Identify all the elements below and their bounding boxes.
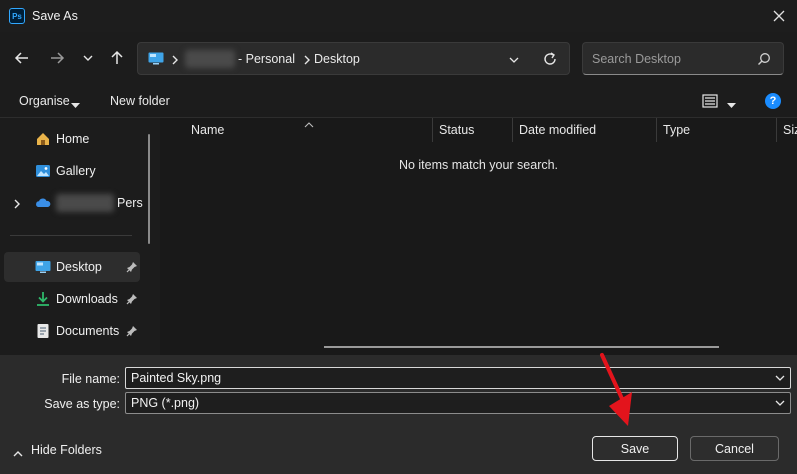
column-separator[interactable] [776,118,777,142]
nav-scrollbar[interactable] [148,134,150,244]
window-title: Save As [32,9,78,23]
forward-arrow-icon[interactable] [46,47,68,69]
search-input[interactable]: Search Desktop [592,52,681,66]
address-row: - Personal Desktop Search Desktop [0,32,797,84]
search-box[interactable]: Search Desktop [582,42,784,75]
breadcrumb-desktop[interactable]: Desktop [314,52,360,66]
refresh-icon[interactable] [542,51,558,70]
save-as-type-select[interactable]: PNG (*.png) [125,392,791,414]
file-name-field[interactable]: Painted Sky.png [125,367,791,389]
save-button[interactable]: Save [592,436,678,461]
pin-icon[interactable] [126,261,138,273]
file-name-dropdown-chevron-icon[interactable] [774,372,786,384]
sidebar-item-downloads[interactable]: Downloads [4,284,140,314]
documents-icon [35,323,51,339]
column-header-name[interactable]: Name [191,123,224,137]
download-icon [35,291,51,307]
breadcrumb-personal[interactable]: - Personal [238,52,295,66]
sort-ascending-icon [304,117,314,131]
sidebar-item-label: Documents [56,324,120,338]
column-separator[interactable] [432,118,433,142]
sidebar-item-label: Downloads [56,292,118,306]
hide-folders-button[interactable]: Hide Folders [31,443,102,457]
sidebar-item-gallery[interactable]: Gallery [4,156,140,186]
sidebar-item-documents[interactable]: Documents [4,316,140,346]
sidebar-item-onedrive[interactable]: Pers [4,188,143,218]
recent-locations-chevron-icon[interactable] [77,47,99,69]
file-name-label: File name: [61,372,120,386]
pin-icon[interactable] [126,293,138,305]
navigation-pane: Home Gallery Pers Desktop Downloads Docu… [0,118,158,355]
address-dropdown-chevron-icon[interactable] [508,54,520,69]
desktop-icon [35,259,51,275]
title-bar: Ps Save As [0,0,797,32]
view-options-icon[interactable] [702,93,718,112]
help-icon[interactable]: ? [765,93,781,109]
empty-folder-message: No items match your search. [398,158,559,172]
redacted-account-name [56,194,114,212]
column-header-status[interactable]: Status [439,123,474,137]
sidebar-item-desktop[interactable]: Desktop [4,252,140,282]
column-separator[interactable] [512,118,513,142]
onedrive-cloud-icon [35,195,51,211]
column-header-size[interactable]: Siz [783,123,797,137]
sidebar-item-label: Gallery [56,164,96,178]
view-caret-icon[interactable] [727,98,736,112]
pin-icon[interactable] [126,325,138,337]
save-options-panel: File name: Painted Sky.png Save as type:… [0,355,797,474]
command-toolbar: Organise New folder ? [0,84,797,118]
sidebar-item-label: Desktop [56,260,102,274]
sidebar-item-home[interactable]: Home [4,124,140,154]
save-as-type-label: Save as type: [44,397,120,411]
column-separator[interactable] [656,118,657,142]
monitor-icon [148,52,164,65]
home-icon [35,131,51,147]
back-arrow-icon[interactable] [11,47,33,69]
close-icon[interactable] [769,6,789,26]
new-folder-button[interactable]: New folder [110,94,170,108]
breadcrumb-chevron-icon [171,54,179,68]
column-header-date-modified[interactable]: Date modified [519,123,596,137]
nav-divider [10,235,132,236]
gallery-icon [35,163,51,179]
save-as-type-value: PNG (*.png) [131,396,200,410]
expand-chevron-icon[interactable] [13,198,21,212]
column-header-type[interactable]: Type [663,123,690,137]
cancel-button[interactable]: Cancel [690,436,779,461]
file-list-pane: Name Status Date modified Type Siz No it… [160,118,797,355]
photoshop-app-icon: Ps [9,8,25,24]
up-arrow-icon[interactable] [106,47,128,69]
organise-menu-button[interactable]: Organise [19,94,70,108]
organise-caret-icon[interactable] [71,98,80,112]
file-name-input[interactable]: Painted Sky.png [131,371,221,385]
hide-folders-chevron-icon[interactable] [13,446,23,460]
redacted-username [185,50,235,68]
search-icon[interactable] [757,52,771,69]
sidebar-item-label: Pers [117,196,143,210]
breadcrumb-chevron-icon [303,54,311,68]
address-bar[interactable]: - Personal Desktop [137,42,570,75]
sidebar-item-label: Home [56,132,90,146]
horizontal-scrollbar[interactable] [324,346,719,348]
save-as-type-chevron-icon[interactable] [774,397,786,409]
